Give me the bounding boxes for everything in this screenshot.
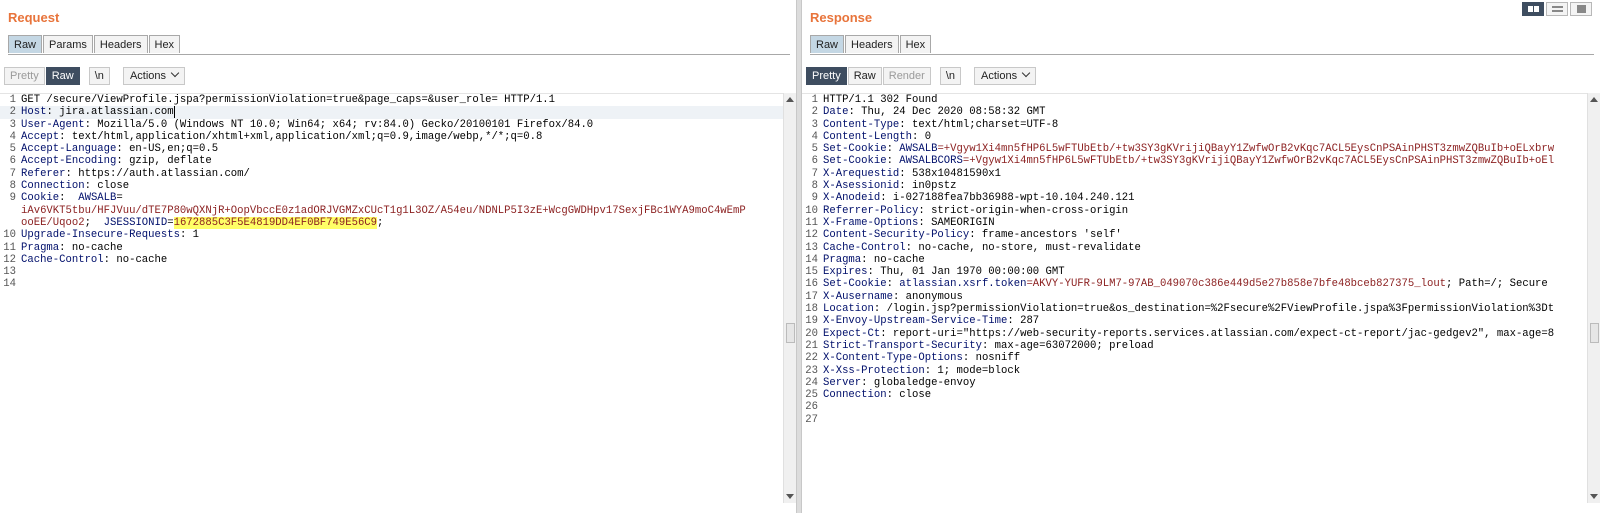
code-line: 5 Accept-Language: en-US,en;q=0.5 bbox=[9, 143, 219, 156]
response-render-button[interactable]: Render bbox=[882, 67, 931, 85]
request-tab-params[interactable]: Params bbox=[43, 35, 93, 53]
code-line: 3 Content-Type: text/html;charset=UTF-8 bbox=[811, 118, 1059, 131]
scroll-thumb[interactable] bbox=[1590, 323, 1599, 343]
request-title: Request bbox=[8, 10, 60, 25]
response-tab-raw[interactable]: Raw bbox=[810, 35, 845, 53]
code-line: 6 Accept-Encoding: gzip, deflate bbox=[9, 155, 212, 168]
code-line: 15 Expires: Thu, 01 Jan 1970 00:00:00 GMT bbox=[805, 266, 1065, 279]
code-line: 22 X-Content-Type-Options: nosniff bbox=[805, 352, 1021, 365]
response-tab-headers[interactable]: Headers bbox=[845, 35, 899, 53]
request-pane: Request Raw Params Headers Hex Pretty Ra… bbox=[0, 0, 796, 513]
scroll-down-icon[interactable] bbox=[786, 494, 794, 499]
code-line: 13 Cache-Control: no-cache, no-store, mus… bbox=[805, 241, 1141, 254]
code-line: 6 Set-Cookie: AWSALBCORS=+Vgyw1Xi4mn5fHP6… bbox=[811, 155, 1555, 168]
request-tabbar: Raw Params Headers Hex bbox=[8, 35, 790, 55]
code-line: 18 Location: /login.jsp?permissionViolati… bbox=[805, 303, 1555, 316]
code-line: 4 Accept: text/html,application/xhtml+xml… bbox=[9, 130, 543, 143]
scroll-up-icon[interactable] bbox=[1590, 97, 1598, 102]
code-line: 13 bbox=[3, 266, 16, 279]
request-editor[interactable]: 1 GET /secure/ViewProfile.jspa?permission… bbox=[0, 93, 784, 503]
response-toolbar: Pretty Raw Render \n Actions bbox=[806, 67, 1037, 87]
request-toolbar: Pretty Raw \n Actions bbox=[4, 67, 186, 87]
request-newline-button[interactable]: \n bbox=[88, 67, 110, 85]
code-line: 14 Pragma: no-cache bbox=[805, 253, 925, 266]
request-scrollbar[interactable] bbox=[783, 93, 796, 503]
response-actions-label: Actions bbox=[981, 70, 1018, 82]
code-line: 7 X-Arequestid: 538x10481590x1 bbox=[811, 167, 1002, 180]
code-line: 27 bbox=[805, 413, 818, 426]
code-line: 16 Set-Cookie: atlassian.xsrf.token=AKVY-… bbox=[805, 278, 1548, 291]
code-line: 3 User-Agent: Mozilla/5.0 (Windows NT 10.… bbox=[9, 118, 594, 131]
chevron-down-icon bbox=[170, 68, 180, 78]
request-tab-hex[interactable]: Hex bbox=[148, 35, 181, 53]
request-raw-button[interactable]: Raw bbox=[45, 67, 80, 85]
code-line: iAv6VKT5tbu/HFJVuu/dTE7P80wQXNjR+OopVbcc… bbox=[21, 204, 746, 217]
response-editor[interactable]: 1 HTTP/1.1 302 Found 2 Date: Thu, 24 Dec 2… bbox=[802, 93, 1588, 503]
selected-session-id: 1672885C3F5E4819DD4EF0BF749E56C9 bbox=[173, 216, 378, 229]
code-line: 17 X-Ausername: anonymous bbox=[805, 290, 963, 303]
scroll-down-icon[interactable] bbox=[1590, 494, 1598, 499]
response-pretty-button[interactable]: Pretty bbox=[806, 67, 847, 85]
code-line: 9 Cookie: AWSALB= bbox=[9, 192, 123, 205]
code-line: 23 X-Xss-Protection: 1; mode=block bbox=[805, 364, 1021, 377]
request-actions-button[interactable]: Actions bbox=[122, 67, 186, 85]
request-tab-headers[interactable]: Headers bbox=[93, 35, 148, 53]
response-actions-button[interactable]: Actions bbox=[974, 67, 1037, 85]
code-line: 8 X-Asessionid: in0pstz bbox=[811, 180, 957, 193]
code-line: 19 X-Envoy-Upstream-Service-Time: 287 bbox=[805, 315, 1040, 328]
code-line: 10 Upgrade-Insecure-Requests: 1 bbox=[3, 229, 200, 242]
request-pretty-button[interactable]: Pretty bbox=[4, 67, 45, 85]
response-title: Response bbox=[810, 10, 873, 25]
code-line: 26 bbox=[805, 401, 818, 414]
code-line: 21 Strict-Transport-Security: max-age=630… bbox=[805, 339, 1154, 352]
scroll-thumb[interactable] bbox=[786, 323, 795, 343]
code-line: 12 Cache-Control: no-cache bbox=[3, 253, 168, 266]
code-line: 8 Connection: close bbox=[9, 180, 130, 193]
code-line: 1 HTTP/1.1 302 Found bbox=[811, 94, 938, 106]
code-line: 24 Server: globaledge-envoy bbox=[805, 376, 976, 389]
code-line: 1 GET /secure/ViewProfile.jspa?permission… bbox=[9, 94, 556, 106]
code-line: 4 Content-Length: 0 bbox=[811, 130, 932, 143]
response-tabbar: Raw Headers Hex bbox=[810, 35, 1594, 55]
response-raw-button[interactable]: Raw bbox=[847, 67, 882, 85]
code-line: 5 Set-Cookie: AWSALB=+Vgyw1Xi4mn5fHP6L5wF… bbox=[811, 143, 1555, 156]
scroll-up-icon[interactable] bbox=[786, 97, 794, 102]
code-line: 2 Date: Thu, 24 Dec 2020 08:58:32 GMT bbox=[811, 106, 1046, 119]
layout-buttons bbox=[1520, 2, 1592, 17]
code-line: 11 Pragma: no-cache bbox=[3, 241, 123, 254]
request-actions-label: Actions bbox=[129, 70, 167, 82]
code-line: 11 X-Frame-Options: SAMEORIGIN bbox=[805, 216, 995, 229]
chevron-down-icon bbox=[1021, 68, 1031, 78]
code-line: 20 Expect-Ct: report-uri="https://web-sec… bbox=[805, 327, 1555, 340]
code-line: 14 bbox=[3, 278, 16, 291]
code-line: 25 Connection: close bbox=[805, 389, 932, 402]
request-tab-raw[interactable]: Raw bbox=[8, 35, 43, 53]
response-scrollbar[interactable] bbox=[1587, 93, 1600, 503]
code-line: 2 Host: jira.atlassian.com bbox=[0, 106, 784, 119]
code-line: ooEE/Uqoo2; JSESSIONID=1672885C3F5E4819D… bbox=[21, 216, 384, 229]
code-line: 12 Content-Security-Policy: frame-ancesto… bbox=[805, 229, 1122, 242]
code-line: 10 Referrer-Policy: strict-origin-when-cr… bbox=[805, 204, 1129, 217]
response-tab-hex[interactable]: Hex bbox=[899, 35, 932, 53]
response-pane: Response Raw Headers Hex Pretty Raw Rend… bbox=[802, 0, 1600, 513]
response-newline-button[interactable]: \n bbox=[939, 67, 962, 85]
code-line: 7 Referer: https://auth.atlassian.com/ bbox=[9, 167, 250, 180]
code-line: 9 X-Anodeid: i-027188fea7bb36988-wpt-10.1… bbox=[811, 192, 1135, 205]
split-vertical-icon[interactable] bbox=[1546, 2, 1568, 16]
split-horizontal-icon[interactable] bbox=[1522, 2, 1544, 16]
tabbed-icon[interactable] bbox=[1570, 2, 1592, 16]
